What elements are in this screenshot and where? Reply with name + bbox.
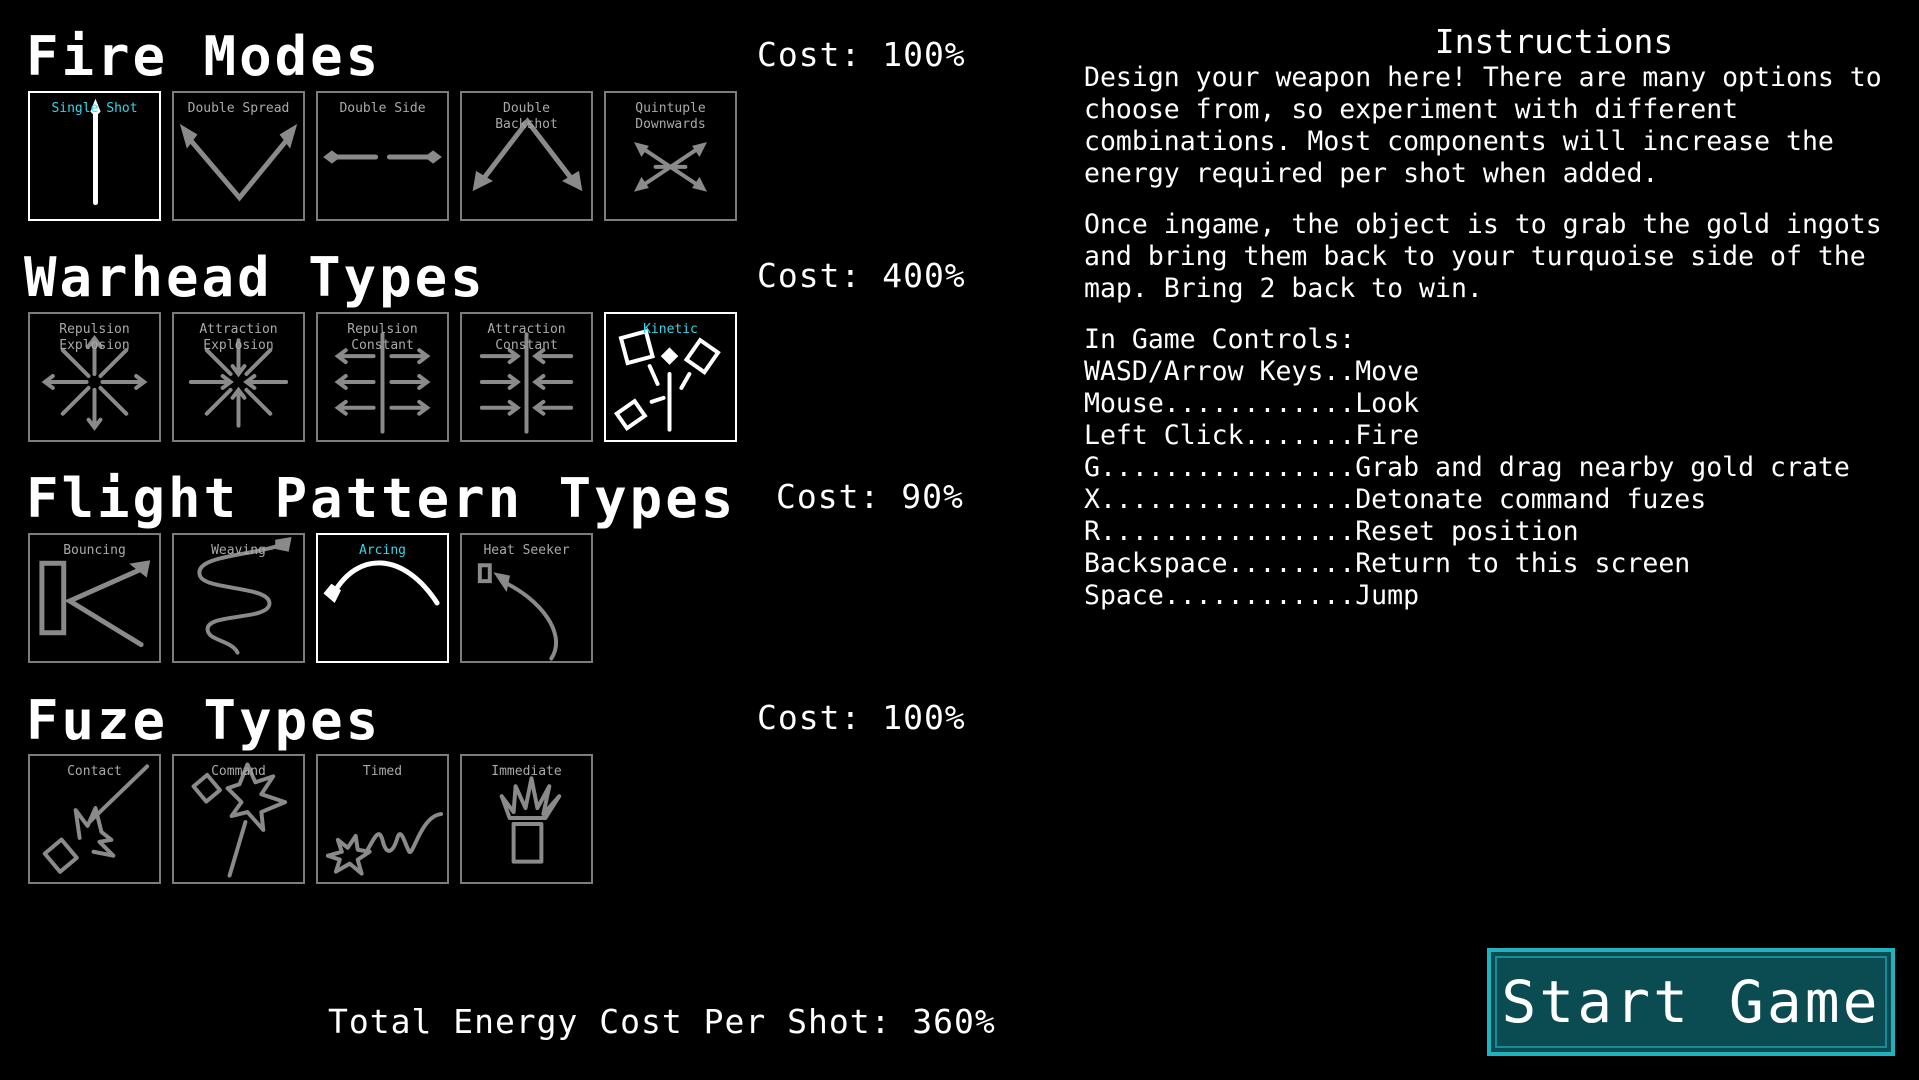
fuze-contact[interactable]: Contact bbox=[28, 754, 161, 884]
control-line: WASD/Arrow Keys..Move bbox=[1084, 356, 1420, 387]
card-label: Command bbox=[211, 764, 266, 779]
start-game-button[interactable]: Start Game bbox=[1487, 948, 1895, 1056]
instructions-title: Instructions bbox=[1434, 22, 1674, 61]
instructions-paragraph-2: Once ingame, the object is to grab the g… bbox=[1084, 209, 1898, 304]
card-label: Double Side bbox=[339, 101, 426, 116]
flight-heat-seeker[interactable]: Heat Seeker bbox=[460, 533, 593, 663]
control-line: Mouse............Look bbox=[1084, 388, 1420, 419]
instructions-panel: Instructions Design your weapon here! Th… bbox=[1084, 22, 1904, 612]
control-line: Space............Jump bbox=[1084, 580, 1420, 611]
flight-weaving[interactable]: Weaving bbox=[172, 533, 305, 663]
warhead-attraction-explosion[interactable]: Attraction Explosion bbox=[172, 312, 305, 442]
control-line: X................Detonate command fuzes bbox=[1084, 484, 1707, 515]
fire-mode-double-backshot[interactable]: Double Backshot bbox=[460, 91, 593, 221]
warhead-attraction-constant[interactable]: Attraction Constant bbox=[460, 312, 593, 442]
warhead-types-cost: Cost: 400% bbox=[757, 256, 966, 295]
flight-bouncing[interactable]: Bouncing bbox=[28, 533, 161, 663]
warhead-repulsion-explosion[interactable]: Repulsion Explosion bbox=[28, 312, 161, 442]
card-label: Arcing bbox=[359, 543, 406, 558]
fire-modes-cost: Cost: 100% bbox=[757, 35, 966, 74]
card-label: Attraction Constant bbox=[487, 322, 566, 353]
card-label: Double Spread bbox=[187, 101, 290, 116]
card-label: Heat Seeker bbox=[483, 543, 570, 558]
warhead-types-title: Warhead Types bbox=[24, 246, 486, 309]
fire-mode-double-spread[interactable]: Double Spread bbox=[172, 91, 305, 221]
card-label: Repulsion Explosion bbox=[59, 322, 130, 353]
flight-pattern-types-cost: Cost: 90% bbox=[776, 477, 964, 516]
card-label: Bouncing bbox=[63, 543, 126, 558]
card-label: Weaving bbox=[211, 543, 266, 558]
card-label: Single Shot bbox=[51, 101, 138, 116]
fuze-types-cost: Cost: 100% bbox=[757, 698, 966, 737]
fuze-types-title: Fuze Types bbox=[26, 689, 382, 752]
fire-modes-title: Fire Modes bbox=[26, 25, 382, 88]
flight-arcing[interactable]: Arcing bbox=[316, 533, 449, 663]
start-game-label: Start Game bbox=[1501, 968, 1881, 1036]
fuze-timed[interactable]: Timed bbox=[316, 754, 449, 884]
card-label: Repulsion Constant bbox=[347, 322, 418, 353]
control-line: Backspace........Return to this screen bbox=[1084, 548, 1691, 579]
fire-mode-double-side[interactable]: Double Side bbox=[316, 91, 449, 221]
fire-mode-single-shot[interactable]: Single Shot bbox=[28, 91, 161, 221]
fire-mode-quintuple-downwards[interactable]: Quintuple Downwards bbox=[604, 91, 737, 221]
fuze-command[interactable]: Command bbox=[172, 754, 305, 884]
total-energy-cost: Total Energy Cost Per Shot: 360% bbox=[328, 1002, 996, 1041]
card-label: Double Backshot bbox=[495, 101, 558, 132]
card-label: Immediate bbox=[491, 764, 562, 779]
control-line: G................Grab and drag nearby go… bbox=[1084, 452, 1850, 483]
warhead-kinetic[interactable]: Kinetic bbox=[604, 312, 737, 442]
controls-list: In Game Controls: WASD/Arrow Keys..Move … bbox=[1084, 324, 1904, 612]
card-label: Contact bbox=[67, 764, 122, 779]
controls-title: In Game Controls: bbox=[1084, 324, 1356, 355]
instructions-paragraph-1: Design your weapon here! There are many … bbox=[1084, 62, 1898, 189]
warhead-repulsion-constant[interactable]: Repulsion Constant bbox=[316, 312, 449, 442]
card-label: Quintuple Downwards bbox=[635, 101, 706, 132]
card-label: Attraction Explosion bbox=[199, 322, 278, 353]
card-label: Timed bbox=[362, 764, 403, 779]
fuze-immediate[interactable]: Immediate bbox=[460, 754, 593, 884]
control-line: Left Click.......Fire bbox=[1084, 420, 1420, 451]
control-line: R................Reset position bbox=[1084, 516, 1579, 547]
flight-pattern-types-title: Flight Pattern Types bbox=[26, 467, 737, 530]
card-label: Kinetic bbox=[643, 322, 698, 337]
